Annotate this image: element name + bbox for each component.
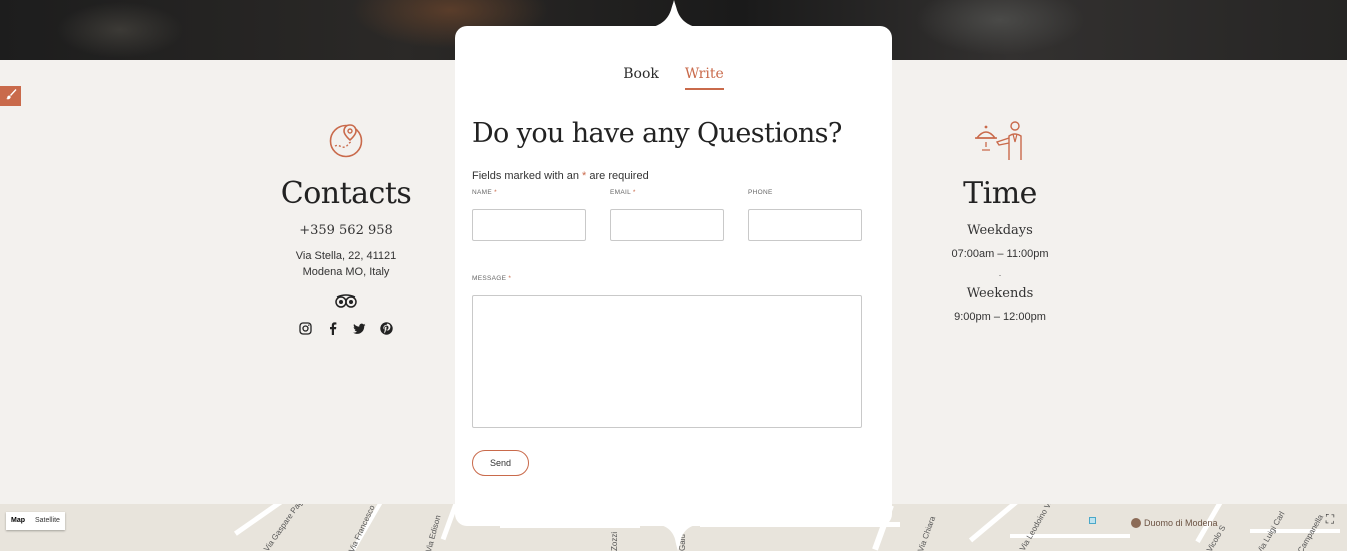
fullscreen-icon[interactable]: ⛶ [1323, 512, 1337, 526]
address-line-1: Via Stella, 22, 41121 [295, 250, 397, 262]
weekdays-label: Weekdays [967, 223, 1033, 238]
required-note-suffix: are required [586, 170, 649, 182]
instagram-icon[interactable] [299, 322, 312, 335]
pinterest-icon[interactable] [380, 322, 393, 335]
card-bottom-notch [652, 524, 704, 551]
brush-icon[interactable] [0, 86, 21, 106]
weekdays-hours: 07:00am – 11:00pm [951, 248, 1049, 260]
required-star: * [632, 189, 636, 196]
name-field[interactable] [472, 209, 586, 241]
time-section: Time Weekdays 07:00am – 11:00pm . Weeken… [850, 120, 1150, 325]
twitter-icon[interactable] [353, 322, 366, 335]
contacts-section: Contacts +359 562 958 Via Stella, 22, 41… [196, 120, 496, 335]
required-note-prefix: Fields marked with an [472, 170, 583, 182]
poi-icon [1131, 518, 1141, 528]
form-heading: Do you have any Questions? [472, 118, 842, 149]
tab-write[interactable]: Write [684, 66, 724, 90]
map-poi[interactable]: Duomo di Modena [1131, 518, 1218, 528]
required-star: * [494, 189, 497, 196]
street-label: Via Edison [424, 514, 443, 551]
email-label: Email * [610, 189, 636, 196]
poi-label: Duomo di Modena [1144, 518, 1218, 528]
message-label-text: Message [472, 275, 507, 282]
email-field[interactable] [610, 209, 724, 241]
time-title: Time [963, 176, 1037, 211]
tab-book[interactable]: Book [623, 66, 659, 90]
street-label: Via Leodoino Ve [1018, 504, 1055, 551]
map-type-map-button[interactable]: Map [6, 512, 30, 530]
weekends-hours: 9:00pm – 12:00pm [954, 311, 1046, 323]
message-field[interactable] [472, 295, 862, 428]
waiter-icon [850, 120, 1150, 160]
phone-label: Phone [748, 189, 773, 196]
required-star: * [508, 275, 512, 282]
tripadvisor-icon[interactable] [196, 294, 496, 308]
location-map-icon [196, 120, 496, 160]
map-type-control: Map Satellite [6, 512, 65, 530]
map-type-satellite-button[interactable]: Satellite [30, 512, 65, 530]
social-links [196, 322, 496, 335]
name-label-text: Name [472, 189, 492, 196]
contacts-title: Contacts [280, 176, 412, 211]
hours-separator: . [998, 268, 1002, 278]
phone-field[interactable] [748, 209, 862, 241]
required-note: Fields marked with an * are required [472, 170, 649, 182]
weekends-label: Weekends [966, 286, 1034, 301]
card-top-notch [643, 0, 705, 28]
form-tabs: Book Write [455, 66, 892, 90]
transit-marker-icon[interactable] [1089, 517, 1096, 524]
message-label: Message * [472, 275, 511, 282]
send-button[interactable]: Send [472, 450, 529, 476]
contact-form-card: Book Write Do you have any Questions? Fi… [455, 26, 892, 526]
email-label-text: Email [610, 189, 631, 196]
street-label: Via Chiara [916, 515, 938, 551]
facebook-icon[interactable] [326, 322, 339, 335]
address-line-2: Modena MO, Italy [302, 266, 390, 278]
phone-number[interactable]: +359 562 958 [196, 223, 496, 238]
name-label: Name * [472, 189, 497, 196]
street-label: Zozzi [610, 531, 619, 551]
